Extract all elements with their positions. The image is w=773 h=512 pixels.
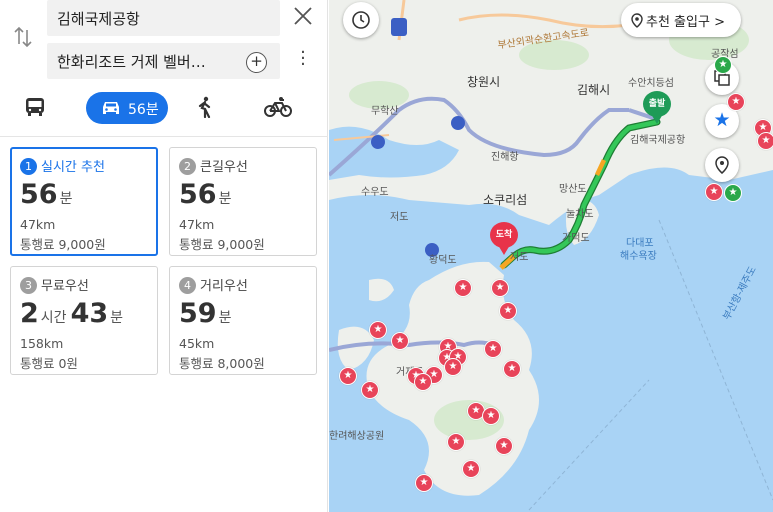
route-toll: 통행료 8,000원 [179,356,265,371]
poi-star-icon[interactable]: ★ [444,358,462,376]
map-label-sokuri: 소쿠리섬 [483,193,528,207]
route-distance: 158km [20,336,64,351]
route-card-2[interactable]: 2 큰길우선 56 분 47km 통행료 9,000원 [169,147,317,256]
route-title: 3 무료우선 [20,275,148,295]
poi-star-icon[interactable]: ★ [482,407,500,425]
end-flag-pointer [498,245,510,255]
minutes-unit: 분 [110,310,124,326]
route-number-badge: 2 [179,158,196,175]
map-label-nulchado: 눌차도 [566,209,594,220]
map-label-muhaksan: 무학산 [371,106,399,117]
car-mode-tab[interactable]: 56분 [86,92,168,124]
poi-green-star-icon[interactable]: ★ [724,184,742,202]
poi-star-icon[interactable]: ★ [705,183,723,201]
route-distance: 45km [179,336,215,351]
route-toll: 통행료 9,000원 [20,237,106,252]
panel-divider [0,136,328,137]
route-minutes: 56 [20,179,58,210]
poi-star-icon[interactable]: ★ [369,321,387,339]
map-view[interactable]: 창원시 김해시 수안치등섬 김해국제공항 무학산 진해항 소쿠리섬 망산도 수우… [329,0,773,512]
more-options-icon[interactable]: · · · [298,44,308,74]
route-card-1[interactable]: 1 실시간 추천 56 분 47km 통행료 9,000원 [10,147,158,256]
route-toll: 통행료 0원 [20,356,78,371]
poi-star-icon[interactable]: ★ [757,132,773,150]
route-hours: 2 [20,298,39,329]
hours-unit: 시간 [40,310,67,326]
minutes-unit: 분 [218,310,232,326]
poi-star-icon[interactable]: ★ [415,474,433,492]
map-label-mangsan: 망산도 [559,184,587,195]
car-time-label: 56분 [128,102,159,118]
map-label-changwon: 창원시 [467,75,501,89]
close-icon[interactable] [294,6,312,30]
route-minutes: 43 [70,298,109,329]
map-label-jeodo2: 저도 [510,252,529,263]
poi-star-icon[interactable]: ★ [414,373,432,391]
route-number-badge: 1 [20,158,37,175]
transport-mode-bar: 56분 [0,88,328,132]
poi-star-icon[interactable]: ★ [495,437,513,455]
car-icon [100,100,122,120]
swap-icon[interactable] [12,26,34,50]
route-label: 무료우선 [41,279,89,294]
route-distance: 47km [179,217,215,232]
chevron-right-icon: > [714,15,725,30]
route-minutes: 59 [179,298,217,329]
recommended-entrance-label: 추천 출입구 [646,15,710,30]
poi-star-icon[interactable]: ★ [491,279,509,297]
map-label-suudo: 수우도 [361,187,389,198]
route-title: 2 큰길우선 [179,156,307,176]
poi-green-star-icon[interactable]: ★ [714,56,732,74]
route-distance: 47km [20,217,56,232]
bike-mode-icon[interactable] [264,96,292,118]
route-number-badge: 3 [20,277,37,294]
map-label-suan: 수안치등섬 [628,78,674,89]
map-label-gadeokdo: 가덕도 [562,233,590,244]
poi-star-icon[interactable]: ★ [361,381,379,399]
route-label: 큰길우선 [200,160,248,175]
poi-star-icon[interactable]: ★ [499,302,517,320]
map-label-dadaepo-beach: 해수욕장 [620,251,657,262]
add-waypoint-button[interactable]: + [246,52,267,73]
poi-star-icon[interactable]: ★ [727,93,745,111]
poi-star-icon[interactable]: ★ [391,332,409,350]
route-time: 2 시간 43 분 [20,298,148,330]
minutes-unit: 분 [59,191,73,207]
recommended-entrance-button[interactable]: 추천 출입구 > [621,3,741,37]
map-label-hwangdeokdo: 황덕도 [429,255,457,266]
route-time: 59 분 [179,298,307,330]
location-pin-button[interactable] [705,148,739,182]
route-card-4[interactable]: 4 거리우선 59 분 45km 통행료 8,000원 [169,266,317,375]
route-label: 거리우선 [200,279,248,294]
start-flag-pointer [651,114,663,124]
route-title: 1 실시간 추천 [20,156,148,176]
poi-star-icon[interactable]: ★ [447,433,465,451]
directions-panel: 김해국제공항 한화리조트 거제 벨버… + · · · 56분 1 실시간 추천 56… [0,0,328,512]
route-time: 56 분 [20,179,148,211]
route-title: 4 거리우선 [179,275,307,295]
map-label-gimhae: 김해시 [577,83,611,97]
poi-star-icon[interactable]: ★ [503,360,521,378]
route-card-3[interactable]: 3 무료우선 2 시간 43 분 158km 통행료 0원 [10,266,158,375]
route-number-badge: 4 [179,277,196,294]
poi-star-icon[interactable]: ★ [454,279,472,297]
bus-mode-icon[interactable] [24,96,48,118]
route-minutes: 56 [179,179,217,210]
poi-star-icon[interactable]: ★ [484,340,502,358]
time-button[interactable] [343,2,379,38]
map-label-hallyeo: 한려해상공원 [329,431,385,442]
minutes-unit: 분 [218,191,232,207]
map-label-gimhae-airport: 김해국제공항 [630,135,686,146]
map-label-jinhae: 진해항 [491,152,519,163]
origin-input[interactable]: 김해국제공항 [47,0,280,36]
route-label: 실시간 추천 [41,160,105,175]
route-time: 56 분 [179,179,307,211]
poi-star-icon[interactable]: ★ [462,460,480,478]
route-toll: 통행료 9,000원 [179,237,265,252]
map-label-jeodo: 저도 [390,212,409,223]
poi-star-icon[interactable]: ★ [339,367,357,385]
location-pin-icon [631,13,643,28]
walk-mode-icon[interactable] [196,96,216,119]
